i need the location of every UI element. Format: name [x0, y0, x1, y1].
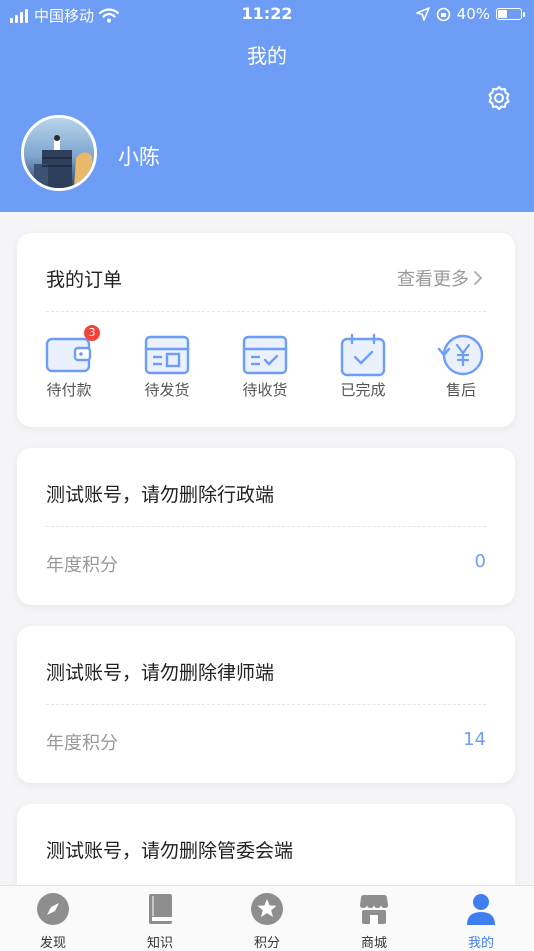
- divider: [46, 526, 486, 527]
- orientation-lock-icon: [436, 7, 450, 21]
- view-more-link[interactable]: 查看更多: [397, 265, 483, 291]
- book-icon: [149, 894, 172, 924]
- location-icon: [415, 7, 430, 21]
- box-check-icon: [242, 335, 288, 375]
- order-label: 已完成: [340, 381, 386, 399]
- tab-label: 商城: [360, 936, 387, 951]
- orders-title: 我的订单: [46, 269, 123, 291]
- order-label: 售后: [445, 381, 476, 399]
- person-icon: [467, 894, 495, 925]
- my-orders-card: 我的订单 查看更多 3 待付款 待发货 待收货 已完成 售后: [17, 233, 515, 427]
- order-label: 待发货: [144, 381, 190, 399]
- tab-points[interactable]: 积分: [227, 892, 307, 951]
- tab-mall[interactable]: 商城: [334, 892, 414, 951]
- status-bar: 中国移动 11:22 40%: [0, 0, 534, 28]
- page-title: 我的: [247, 44, 287, 68]
- tab-label: 知识: [146, 936, 173, 951]
- chevron-right-icon: [474, 271, 483, 285]
- annual-points-value: 14: [463, 729, 486, 750]
- calendar-check-icon: [340, 333, 386, 377]
- star-icon: [251, 893, 283, 925]
- order-to-receive[interactable]: 待收货: [230, 333, 300, 400]
- annual-points-label: 年度积分: [46, 733, 118, 754]
- tab-discover[interactable]: 发现: [13, 892, 93, 951]
- account-title: 测试账号，请勿删除律师端: [46, 662, 275, 684]
- tab-label: 积分: [253, 936, 280, 951]
- view-more-label: 查看更多: [397, 269, 469, 290]
- tab-knowledge[interactable]: 知识: [120, 892, 200, 951]
- profile-header: 中国移动 11:22 40% 我的 小陈: [0, 0, 534, 212]
- order-pending-payment[interactable]: 3 待付款: [34, 325, 104, 400]
- divider: [46, 704, 486, 705]
- refund-yen-icon: [437, 334, 484, 376]
- settings-gear-icon[interactable]: [485, 84, 513, 112]
- account-card[interactable]: 测试账号，请勿删除行政端 年度积分 0: [17, 448, 515, 605]
- order-label: 待收货: [242, 381, 288, 399]
- account-title: 测试账号，请勿删除管委会端: [46, 840, 294, 862]
- annual-points-value: 0: [474, 551, 486, 572]
- order-completed[interactable]: 已完成: [328, 333, 398, 400]
- avatar[interactable]: [21, 115, 97, 191]
- avatar-illustration: [24, 118, 94, 188]
- username: 小陈: [118, 145, 160, 169]
- tab-mine[interactable]: 我的: [441, 892, 521, 951]
- order-label: 待付款: [46, 381, 92, 399]
- notification-badge: 3: [84, 325, 100, 341]
- account-card[interactable]: 测试账号，请勿删除律师端 年度积分 14: [17, 626, 515, 783]
- bottom-tab-bar: 发现 知识 积分 商城 我的: [0, 885, 534, 951]
- box-icon: [144, 335, 190, 375]
- order-after-sales[interactable]: 售后: [426, 333, 496, 400]
- divider: [46, 311, 486, 312]
- battery-icon: [496, 8, 525, 20]
- tab-label: 我的: [467, 936, 494, 951]
- annual-points-label: 年度积分: [46, 555, 118, 576]
- tab-label: 发现: [39, 936, 66, 951]
- account-title: 测试账号，请勿删除行政端: [46, 484, 275, 506]
- order-to-ship[interactable]: 待发货: [132, 333, 202, 400]
- battery-percent: 40%: [456, 5, 490, 23]
- compass-icon: [37, 893, 69, 925]
- store-icon: [360, 895, 388, 924]
